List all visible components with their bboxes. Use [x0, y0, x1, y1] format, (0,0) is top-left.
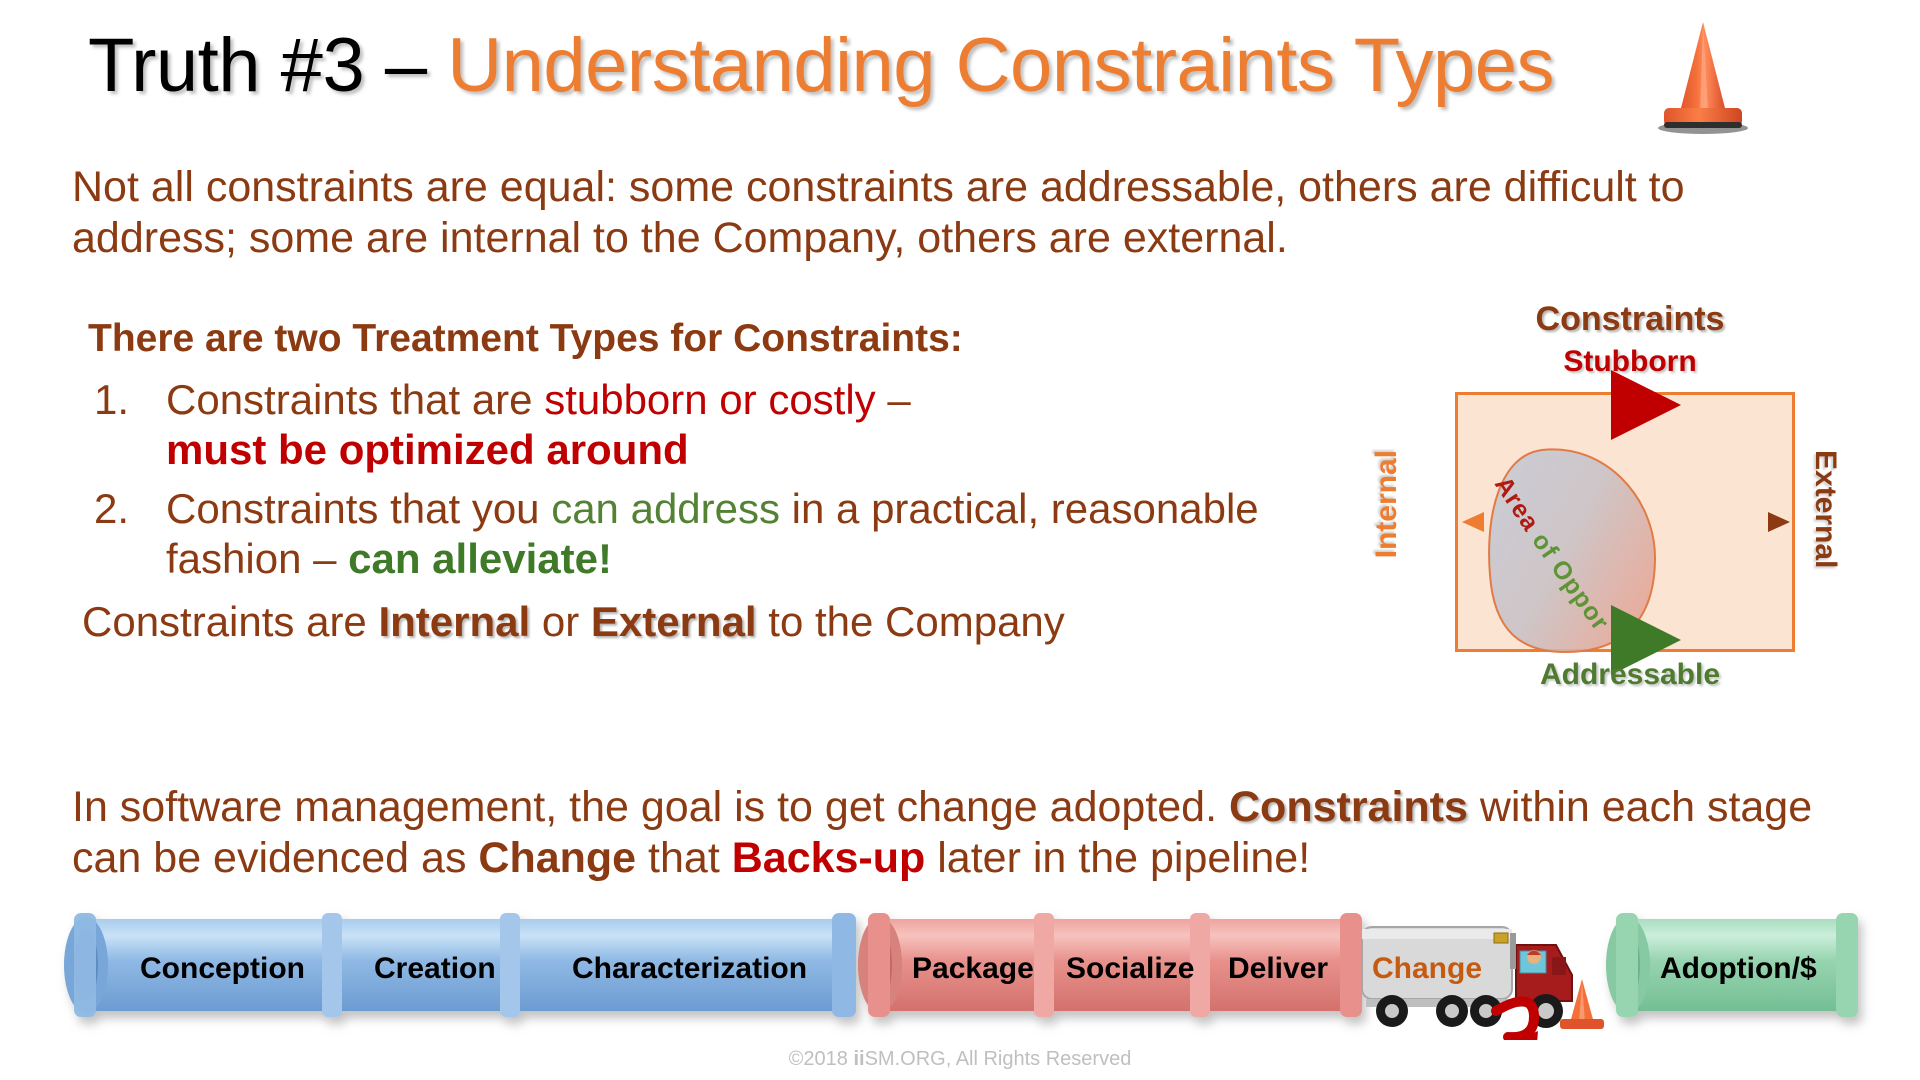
int-ext-middle: or [530, 598, 591, 646]
bottom-paragraph: In software management, the goal is to g… [72, 782, 1872, 883]
traffic-cone-icon [1658, 22, 1748, 134]
bottom-bold-constraints: Constraints [1229, 783, 1468, 831]
bottom-part-4: later in the pipeline! [925, 833, 1311, 882]
lead-paragraph: Not all constraints are equal: some cons… [72, 163, 1685, 262]
list-item-emphasis-stubborn: stubborn or costly [544, 376, 876, 423]
list-item-emphasis-address: can address [551, 485, 781, 533]
pipe-label-creation: Creation [374, 952, 496, 985]
pipe-label-package: Package [912, 952, 1034, 985]
title-prefix: Truth #3 – [88, 23, 448, 108]
treatment-types-list: 1. Constraints that are stubborn or costl… [88, 375, 1348, 583]
footer-copyright: ©2018 iiSM.ORG, All Rights Reserved [0, 1048, 1920, 1071]
truck-label-change: Change [1372, 952, 1483, 985]
list-item-emphasis-optimize: must be optimized around [166, 425, 689, 473]
axis-arrow-left [1462, 512, 1484, 532]
pipe-label-characterization: Characterization [572, 952, 808, 985]
list-item-text-2: – [875, 376, 911, 423]
bottom-part-3: that [636, 833, 732, 882]
u-turn-arrow-icon [1491, 996, 1540, 1055]
list-item-number: 1. [94, 376, 130, 423]
int-ext-word-internal: Internal [378, 598, 531, 646]
list-item: 2. Constraints that you can address in a … [88, 484, 1348, 583]
slide-root: Truth #3 – Understanding Constraints Typ… [0, 0, 1920, 1080]
footer-bold: ii [853, 1048, 865, 1070]
int-ext-prefix: Constraints are [82, 598, 379, 646]
title-highlight: Understanding Constraints Types [447, 23, 1555, 108]
int-ext-suffix: to the Company [756, 598, 1065, 646]
constraints-quadrant-diagram: Constraints Stubborn Area of Oppor Inter… [1370, 300, 1870, 740]
footer-prefix: ©2018 [788, 1048, 854, 1070]
axis-arrow-up [1615, 396, 1635, 418]
pipe-label-socialize: Socialize [1066, 952, 1195, 985]
pipeline-diagram: Conception Creation Characterization Pac… [0, 905, 1920, 1055]
treatment-types-heading: There are two Treatment Types for Constr… [88, 317, 963, 360]
list-item: 1. Constraints that are stubborn or costl… [88, 375, 1348, 474]
pipe-label-conception: Conception [140, 952, 305, 985]
pipe-label-adoption: Adoption/$ [1660, 952, 1817, 985]
pipe-label-deliver: Deliver [1228, 952, 1329, 985]
bottom-part-1: In software management, the goal is to g… [72, 783, 1229, 831]
quadrant-left-label: Internal [1370, 450, 1403, 559]
footer-suffix: SM.ORG, All Rights Reserved [864, 1048, 1132, 1070]
bottom-bold-change: Change [478, 833, 637, 882]
list-item-emphasis-alleviate: can alleviate! [348, 534, 612, 582]
left-column: There are two Treatment Types for Constr… [82, 317, 1348, 647]
quadrant-bottom-label: Addressable [1539, 658, 1721, 691]
quadrant-right-label: External [1809, 450, 1842, 569]
internal-external-line: Constraints are Internal or External to … [82, 597, 1348, 647]
list-item-text-1: Constraints that you [166, 485, 552, 533]
list-item-number: 2. [94, 485, 130, 533]
int-ext-word-external: External [590, 598, 757, 646]
page-title: Truth #3 – Understanding Constraints Typ… [88, 22, 1555, 109]
axis-arrow-right [1768, 512, 1790, 532]
list-item-text-1: Constraints that are [166, 376, 545, 423]
bottom-bold-backsup: Backs-up [731, 833, 926, 882]
